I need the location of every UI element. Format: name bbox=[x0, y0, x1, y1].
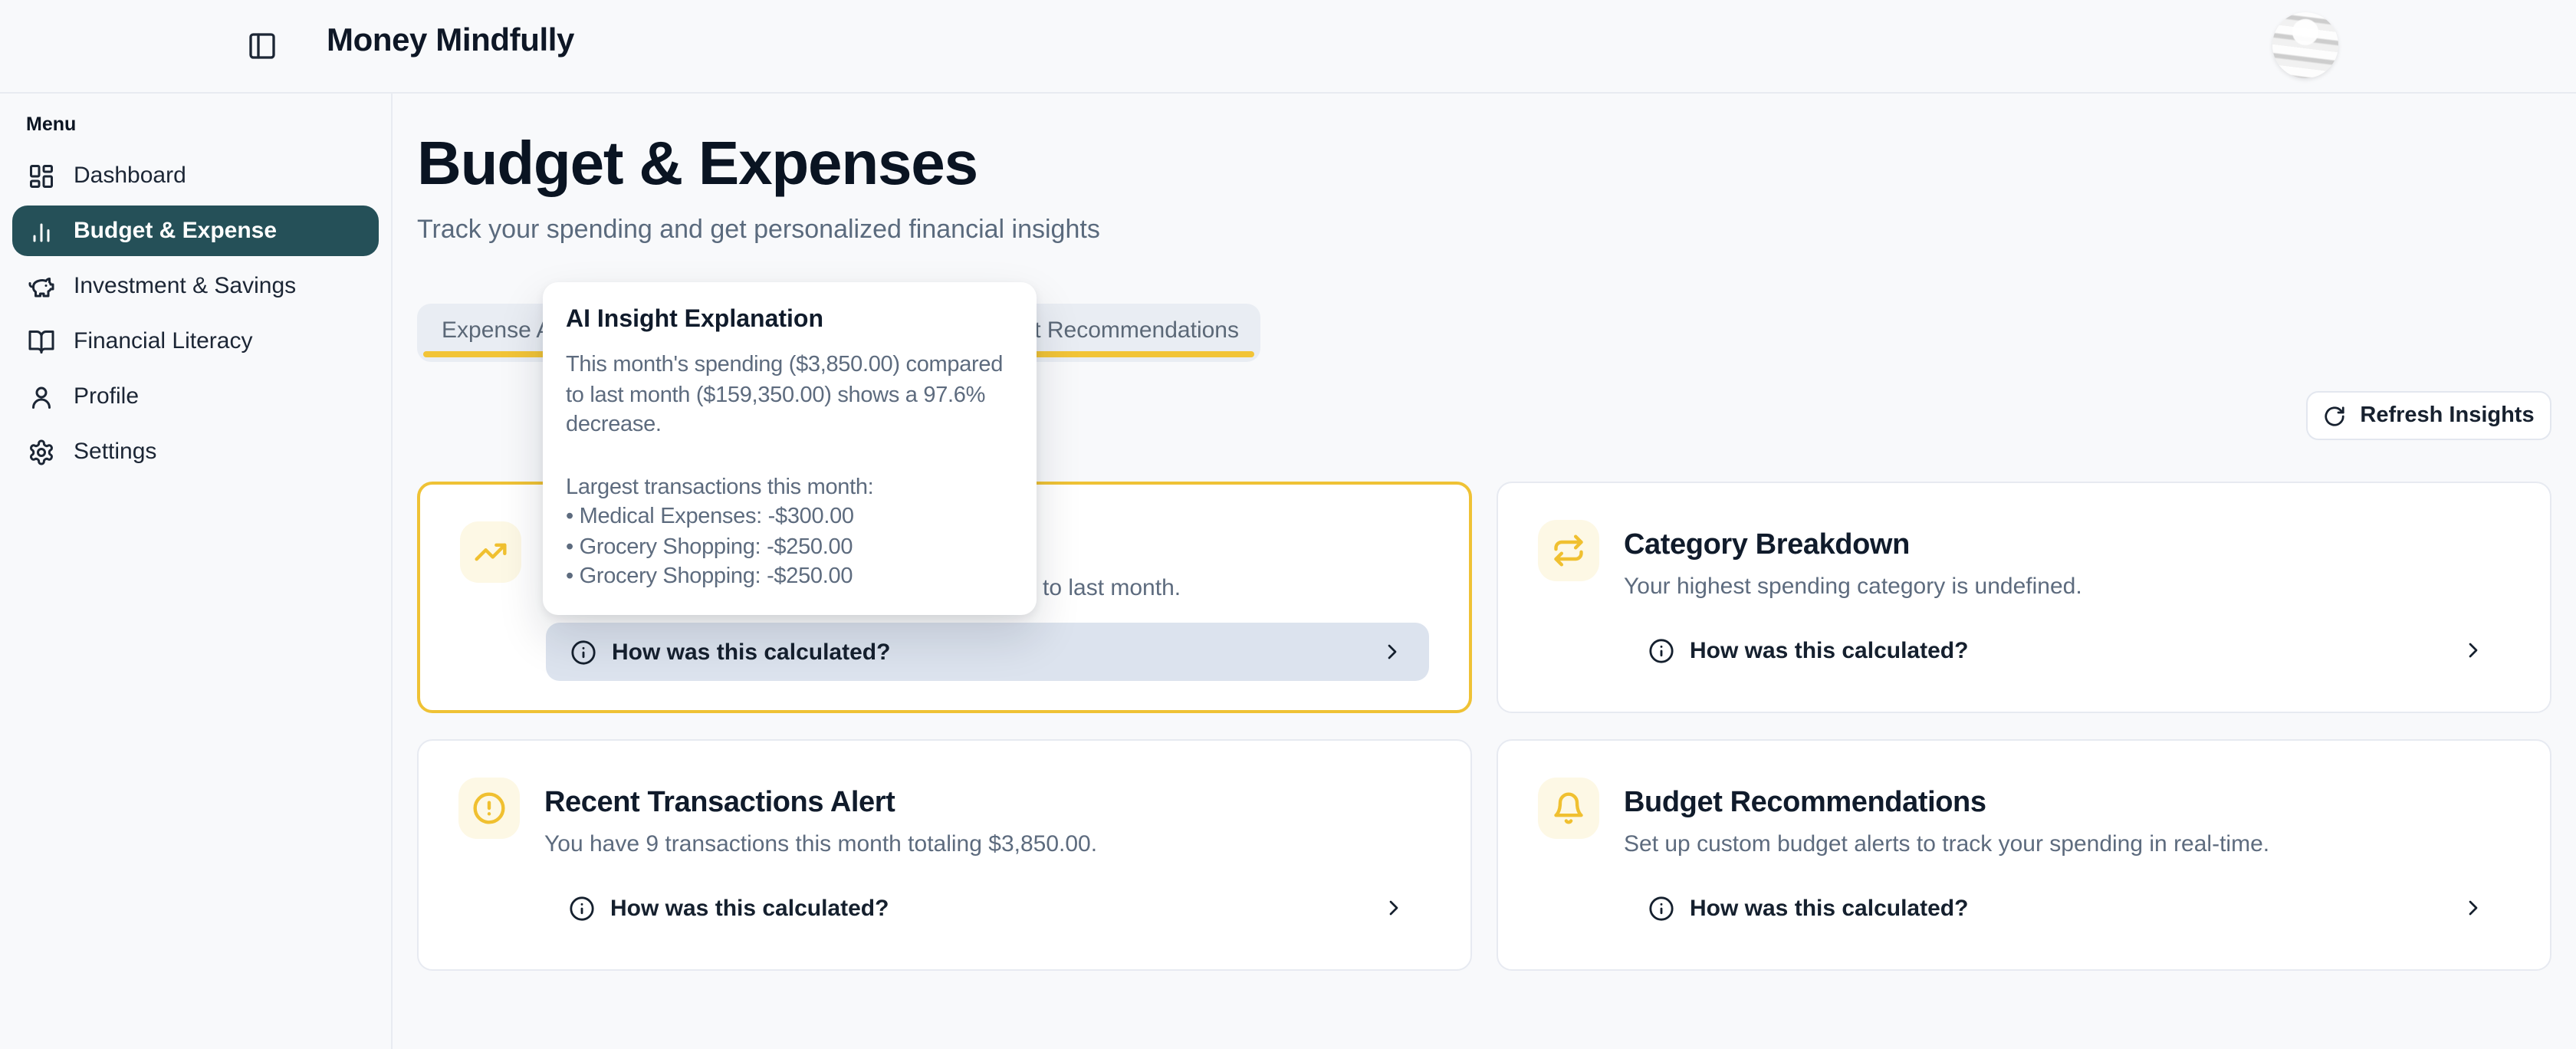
tab-product-recommendations[interactable]: ct Recommendations bbox=[1023, 304, 1239, 356]
how-calculated-label: How was this calculated? bbox=[612, 639, 890, 665]
sidebar-item-financial-literacy[interactable]: Financial Literacy bbox=[12, 316, 379, 367]
how-calculated-label: How was this calculated? bbox=[1690, 637, 1968, 663]
sidebar-item-profile[interactable]: Profile bbox=[12, 371, 379, 422]
sidebar-item-investment-savings[interactable]: Investment & Savings bbox=[12, 261, 379, 311]
refresh-insights-button[interactable]: Refresh Insights bbox=[2306, 391, 2551, 440]
sidebar-item-label: Profile bbox=[74, 383, 139, 409]
bar-chart-icon bbox=[28, 217, 55, 245]
popover-list-item: • Medical Expenses: -$300.00 bbox=[566, 503, 1014, 533]
bell-icon bbox=[1538, 778, 1599, 839]
app-window: Money Mindfully Menu Dashboard Budget & … bbox=[0, 0, 2576, 1049]
how-calculated-row[interactable]: How was this calculated? bbox=[546, 623, 1429, 681]
how-calculated-row[interactable]: How was this calculated? bbox=[544, 879, 1431, 937]
alert-circle-icon bbox=[458, 778, 520, 839]
popover-text-line: Largest transactions this month: bbox=[566, 473, 1014, 503]
how-calculated-label: How was this calculated? bbox=[1690, 895, 1968, 921]
info-icon bbox=[569, 895, 595, 921]
popover-title: AI Insight Explanation bbox=[566, 307, 1014, 334]
sidebar-item-dashboard[interactable]: Dashboard bbox=[12, 150, 379, 201]
chevron-right-icon bbox=[2461, 638, 2486, 663]
sidebar-menu-label: Menu bbox=[26, 113, 76, 135]
trending-up-icon bbox=[460, 521, 521, 583]
how-calculated-row[interactable]: How was this calculated? bbox=[1624, 621, 2510, 679]
card-recent-transactions-alert: Recent Transactions Alert You have 9 tra… bbox=[417, 739, 1472, 971]
tab-expense-analysis[interactable]: Expense A bbox=[442, 304, 551, 356]
popover-list-item: • Grocery Shopping: -$250.00 bbox=[566, 533, 1014, 563]
popover-text-line: decrease. bbox=[566, 411, 1014, 441]
top-bar: Money Mindfully bbox=[0, 0, 2576, 94]
sidebar-item-label: Financial Literacy bbox=[74, 328, 252, 354]
app-title: Money Mindfully bbox=[327, 23, 574, 60]
popover-list-item: • Grocery Shopping: -$250.00 bbox=[566, 563, 1014, 593]
refresh-insights-label: Refresh Insights bbox=[2360, 403, 2534, 428]
sidebar-item-label: Budget & Expense bbox=[74, 218, 277, 244]
ai-insight-popover: AI Insight Explanation This month's spen… bbox=[543, 282, 1037, 614]
card-description: You have 9 transactions this month total… bbox=[544, 831, 1097, 857]
page-title: Budget & Expenses bbox=[417, 129, 978, 199]
card-description-fragment: to last month. bbox=[1043, 575, 1181, 601]
user-icon bbox=[28, 383, 55, 410]
open-book-icon bbox=[28, 327, 55, 355]
repeat-icon bbox=[1538, 520, 1599, 581]
sidebar-item-label: Settings bbox=[74, 439, 156, 465]
card-title: Category Breakdown bbox=[1624, 529, 1910, 563]
sidebar-item-settings[interactable]: Settings bbox=[12, 426, 379, 477]
how-calculated-label: How was this calculated? bbox=[610, 895, 889, 921]
sidebar: Menu Dashboard Budget & Expense Investme… bbox=[0, 92, 393, 1049]
refresh-icon bbox=[2323, 404, 2346, 427]
card-title: Recent Transactions Alert bbox=[544, 787, 895, 820]
info-icon bbox=[1648, 895, 1674, 921]
sidebar-toggle-icon[interactable] bbox=[247, 31, 278, 61]
card-title: Budget Recommendations bbox=[1624, 787, 1986, 820]
sidebar-nav: Dashboard Budget & Expense Investment & … bbox=[0, 150, 391, 482]
info-icon bbox=[1648, 637, 1674, 663]
piggy-bank-icon bbox=[28, 272, 55, 300]
chevron-right-icon bbox=[1380, 640, 1405, 664]
dashboard-grid-icon bbox=[28, 162, 55, 189]
card-category-breakdown: Category Breakdown Your highest spending… bbox=[1497, 482, 2551, 713]
card-budget-recommendations: Budget Recommendations Set up custom bud… bbox=[1497, 739, 2551, 971]
page-subtitle: Track your spending and get personalized… bbox=[417, 215, 1100, 245]
how-calculated-row[interactable]: How was this calculated? bbox=[1624, 879, 2510, 937]
avatar[interactable] bbox=[2272, 12, 2338, 78]
gear-icon bbox=[28, 438, 55, 465]
popover-text-line: to last month ($159,350.00) shows a 97.6… bbox=[566, 381, 1014, 411]
popover-spacer bbox=[566, 441, 1014, 473]
card-description: Set up custom budget alerts to track you… bbox=[1624, 831, 2269, 857]
info-icon bbox=[570, 639, 596, 665]
chevron-right-icon bbox=[1382, 896, 1406, 920]
chevron-right-icon bbox=[2461, 896, 2486, 920]
sidebar-item-label: Dashboard bbox=[74, 163, 186, 189]
sidebar-item-label: Investment & Savings bbox=[74, 273, 296, 299]
popover-text-line: This month's spending ($3,850.00) compar… bbox=[566, 351, 1014, 381]
card-description: Your highest spending category is undefi… bbox=[1624, 574, 2082, 600]
sidebar-item-budget-expense[interactable]: Budget & Expense bbox=[12, 206, 379, 256]
